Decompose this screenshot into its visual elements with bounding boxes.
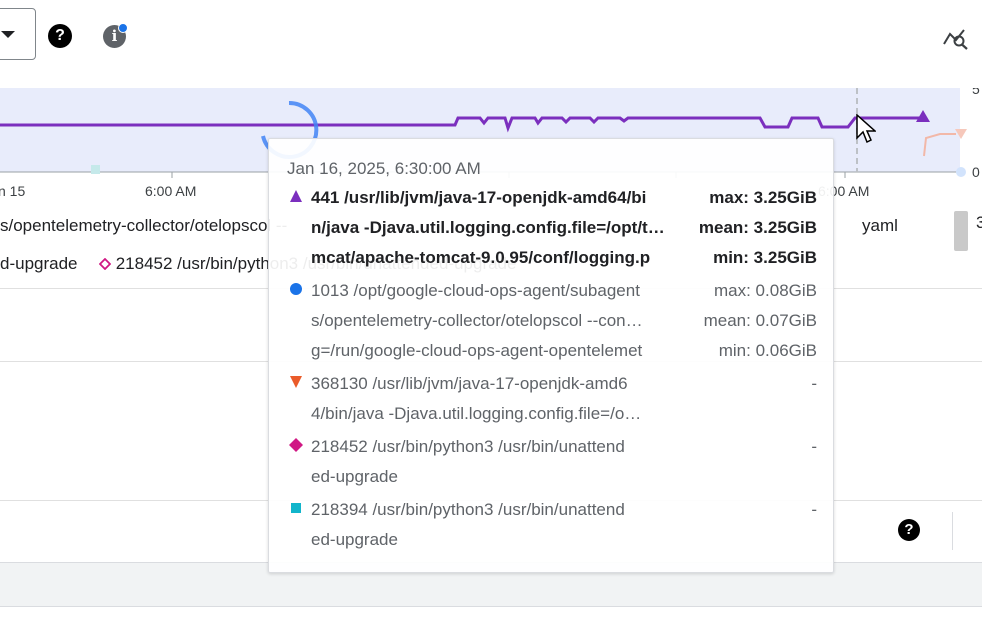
series-marker-1013 bbox=[956, 167, 966, 177]
legend-item-218394[interactable]: d-upgrade bbox=[0, 254, 78, 273]
y-tick-label: 0 bbox=[972, 164, 980, 180]
tooltip-series-name: 441 /usr/lib/jvm/java-17-openjdk-amd64/b… bbox=[311, 188, 665, 267]
tooltip-series-values: max: 0.08GiB mean: 0.07GiB min: 0.06GiB bbox=[703, 281, 817, 360]
tooltip-series-name: 218452 /usr/bin/python3 /usr/bin/unatten… bbox=[311, 437, 625, 486]
diamond-icon bbox=[98, 257, 112, 271]
chart-tooltip: Jan 16, 2025, 6:30:00 AM 441 /usr/lib/jv… bbox=[268, 138, 834, 573]
circle-icon bbox=[290, 283, 302, 295]
vertical-divider bbox=[952, 512, 953, 550]
y-tick-label: 5 bbox=[972, 88, 980, 97]
tooltip-series-name: 368130 /usr/lib/jvm/java-17-openjdk-amd6… bbox=[311, 374, 642, 423]
square-icon bbox=[291, 503, 301, 513]
chart-toolbar: ? i bbox=[0, 0, 982, 72]
series-marker-218394 bbox=[91, 165, 100, 174]
legend-label-end: yaml bbox=[862, 216, 898, 235]
tooltip-timestamp: Jan 16, 2025, 6:30:00 AM bbox=[287, 159, 481, 178]
tooltip-series-values: - bbox=[811, 437, 817, 456]
legend-scrollbar[interactable] bbox=[954, 211, 968, 251]
mouse-cursor-icon bbox=[856, 114, 876, 144]
tooltip-series-values: - bbox=[811, 500, 817, 519]
help-icon[interactable]: ? bbox=[48, 24, 72, 48]
tooltip-series-values: max: 3.25GiB mean: 3.25GiB min: 3.25GiB bbox=[698, 188, 817, 267]
x-tick-label: n 15 bbox=[0, 183, 25, 199]
triangle-down-icon bbox=[290, 376, 302, 388]
tooltip-series-name: 218394 /usr/bin/python3 /usr/bin/unatten… bbox=[311, 500, 625, 549]
notification-dot bbox=[118, 23, 128, 33]
legend-cut-text: 3 bbox=[976, 213, 982, 232]
tooltip-series-name: 1013 /opt/google-cloud-ops-agent/subagen… bbox=[311, 281, 643, 360]
tooltip-series-values: - bbox=[811, 374, 817, 393]
triangle-up-icon bbox=[290, 190, 302, 202]
help-icon[interactable]: ? bbox=[898, 519, 920, 541]
diamond-icon bbox=[289, 438, 303, 452]
legend-item-1013[interactable]: s/opentelemetry-collector/otelopscol -- bbox=[0, 216, 287, 236]
x-tick-label: 6:00 AM bbox=[145, 183, 196, 199]
metric-dropdown[interactable] bbox=[0, 8, 36, 60]
legend-label: s/opentelemetry-collector/otelopscol -- bbox=[0, 216, 288, 235]
chevron-down-icon bbox=[1, 31, 15, 38]
explore-chart-icon[interactable] bbox=[942, 26, 970, 52]
